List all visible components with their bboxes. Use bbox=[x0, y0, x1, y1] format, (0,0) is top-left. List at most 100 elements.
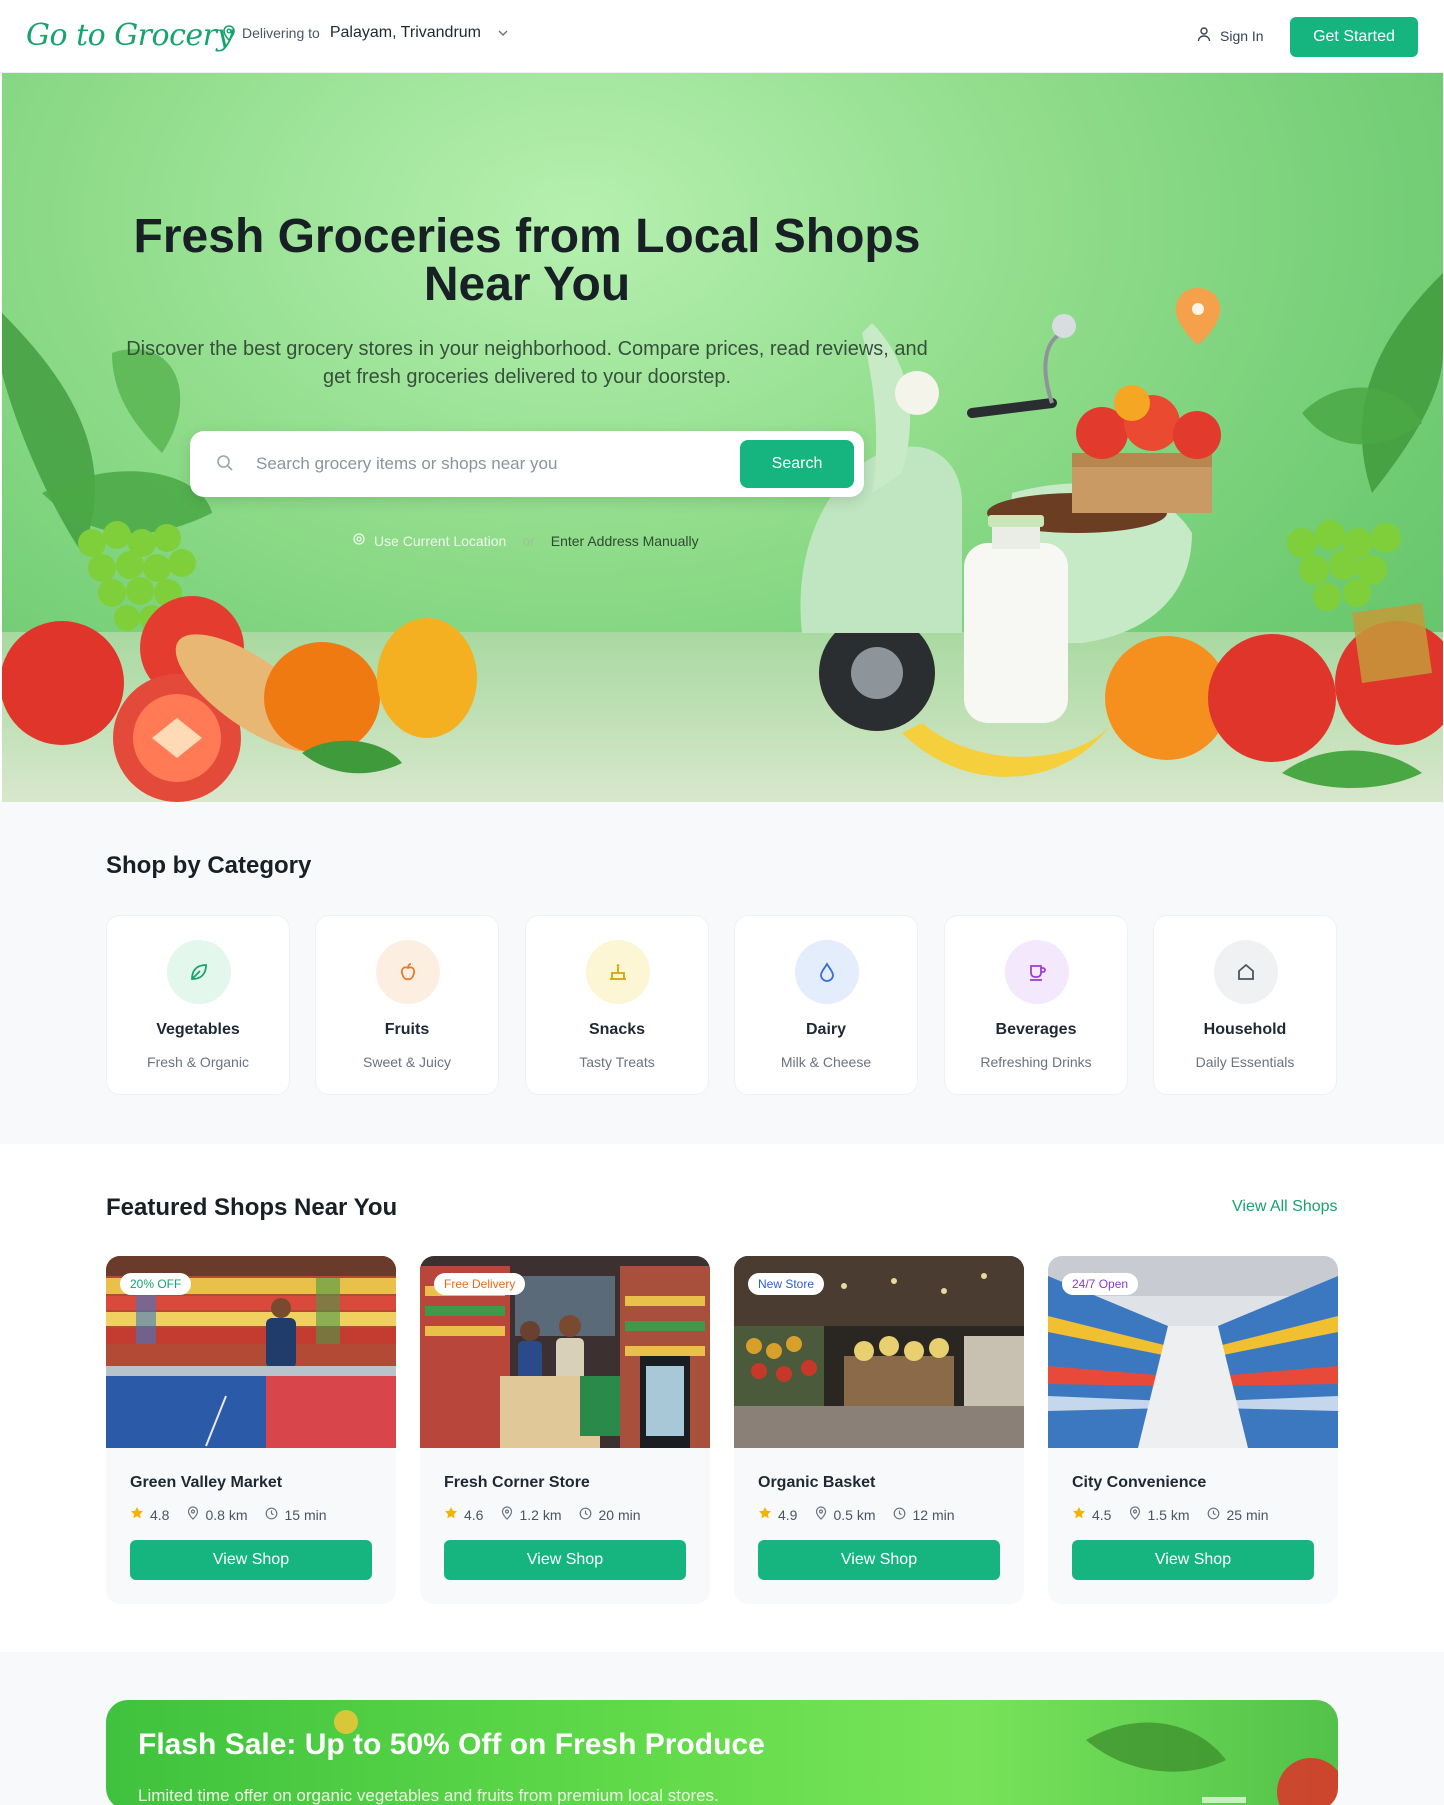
category-name: Snacks bbox=[588, 1021, 646, 1038]
category-card-snacks[interactable]: Snacks Tasty Treats bbox=[525, 915, 709, 1095]
cup-icon bbox=[1005, 940, 1069, 1004]
shop-badge: 20% OFF bbox=[120, 1273, 192, 1295]
star-icon bbox=[444, 1506, 458, 1523]
shop-time: 25 min bbox=[1226, 1506, 1269, 1523]
shop-meta: 4.6 1.2 km 20 min bbox=[444, 1506, 641, 1523]
flash-sale-banner[interactable]: Flash Sale: Up to 50% Off on Fresh Produ… bbox=[106, 1700, 1338, 1805]
clock-icon bbox=[265, 1507, 278, 1523]
category-desc: Milk & Cheese bbox=[780, 1054, 872, 1070]
category-desc: Tasty Treats bbox=[579, 1054, 655, 1070]
sign-in-label: Sign In bbox=[1220, 27, 1264, 44]
shop-rating: 4.9 bbox=[778, 1506, 798, 1523]
delivery-location[interactable]: Palayam, Trivandrum bbox=[330, 24, 481, 42]
location-pin-icon bbox=[501, 1506, 513, 1523]
shop-meta: 4.9 0.5 km 12 min bbox=[758, 1506, 955, 1523]
category-card-fruits[interactable]: Fruits Sweet & Juicy bbox=[315, 915, 499, 1095]
shop-name: Fresh Corner Store bbox=[444, 1474, 590, 1491]
shop-name: City Convenience bbox=[1072, 1474, 1207, 1491]
shop-rating: 4.8 bbox=[150, 1506, 170, 1523]
shop-badge: Free Delivery bbox=[434, 1273, 526, 1295]
category-desc: Daily Essentials bbox=[1195, 1054, 1295, 1070]
leaf-icon bbox=[167, 940, 231, 1004]
shop-distance: 1.5 km bbox=[1147, 1506, 1190, 1523]
location-pin-icon bbox=[815, 1506, 827, 1523]
hero-subtitle: Discover the best grocery stores in your… bbox=[126, 338, 928, 388]
shop-time: 20 min bbox=[598, 1506, 641, 1523]
search-input[interactable] bbox=[256, 449, 716, 479]
flash-sale-subtitle: Limited time offer on organic vegetables… bbox=[138, 1786, 719, 1805]
enter-address-link[interactable]: Enter Address Manually bbox=[551, 533, 699, 549]
shop-card-city-convenience[interactable]: 24/7 Open City Convenience 4.5 1.5 km 25… bbox=[1048, 1256, 1338, 1604]
hero-banner: Fresh Groceries from Local Shops Near Yo… bbox=[2, 73, 1443, 802]
location-pin-icon bbox=[187, 1506, 199, 1523]
category-name: Fruits bbox=[384, 1021, 430, 1038]
category-card-dairy[interactable]: Dairy Milk & Cheese bbox=[734, 915, 918, 1095]
category-name: Dairy bbox=[805, 1021, 847, 1038]
shop-distance: 1.2 km bbox=[519, 1506, 562, 1523]
category-card-vegetables[interactable]: Vegetables Fresh & Organic bbox=[106, 915, 290, 1095]
get-started-button[interactable]: Get Started bbox=[1290, 17, 1418, 57]
shop-rating: 4.5 bbox=[1092, 1506, 1112, 1523]
home-icon bbox=[1214, 940, 1278, 1004]
category-desc: Fresh & Organic bbox=[147, 1054, 249, 1070]
flash-sale-title: Flash Sale: Up to 50% Off on Fresh Produ… bbox=[138, 1728, 765, 1761]
category-desc: Sweet & Juicy bbox=[363, 1054, 451, 1070]
cake-icon bbox=[586, 940, 650, 1004]
shop-card-green-valley[interactable]: 20% OFF Green Valley Market 4.8 0.8 km 1… bbox=[106, 1256, 396, 1604]
search-bar: Search bbox=[190, 431, 864, 497]
shop-time: 15 min bbox=[284, 1506, 327, 1523]
crosshair-icon bbox=[352, 532, 366, 549]
star-icon bbox=[1072, 1506, 1086, 1523]
view-shop-button[interactable]: View Shop bbox=[1072, 1540, 1314, 1580]
category-card-beverages[interactable]: Beverages Refreshing Drinks bbox=[944, 915, 1128, 1095]
shop-badge: New Store bbox=[748, 1273, 825, 1295]
category-name: Beverages bbox=[995, 1021, 1077, 1038]
location-selector[interactable]: Delivering to Palayam, Trivandrum bbox=[222, 24, 509, 42]
logo[interactable]: Go to Grocery bbox=[26, 18, 233, 53]
clock-icon bbox=[893, 1507, 906, 1523]
apple-icon bbox=[376, 940, 440, 1004]
category-card-household[interactable]: Household Daily Essentials bbox=[1153, 915, 1337, 1095]
category-name: Household bbox=[1203, 1021, 1287, 1038]
clock-icon bbox=[1207, 1507, 1220, 1523]
location-pin-icon bbox=[222, 25, 236, 41]
location-pin-icon bbox=[1129, 1506, 1141, 1523]
shop-image: Free Delivery bbox=[420, 1256, 710, 1448]
view-shop-button[interactable]: View Shop bbox=[444, 1540, 686, 1580]
shop-name: Organic Basket bbox=[758, 1474, 876, 1491]
location-options: Use Current Location or Enter Address Ma… bbox=[352, 532, 699, 549]
shop-card-fresh-corner[interactable]: Free Delivery Fresh Corner Store 4.6 1.2… bbox=[420, 1256, 710, 1604]
shop-image: 20% OFF bbox=[106, 1256, 396, 1448]
user-icon bbox=[1196, 26, 1212, 45]
sign-in-link[interactable]: Sign In bbox=[1196, 26, 1264, 45]
search-icon bbox=[216, 454, 234, 477]
use-current-location-link[interactable]: Use Current Location bbox=[352, 532, 506, 549]
featured-section-title: Featured Shops Near You bbox=[106, 1194, 398, 1221]
shop-time: 12 min bbox=[912, 1506, 955, 1523]
shop-rating: 4.6 bbox=[464, 1506, 484, 1523]
use-current-location-label: Use Current Location bbox=[374, 532, 507, 549]
clock-icon bbox=[579, 1507, 592, 1523]
star-icon bbox=[758, 1506, 772, 1523]
view-shop-button[interactable]: View Shop bbox=[758, 1540, 1000, 1580]
star-icon bbox=[130, 1506, 144, 1523]
shop-card-organic-basket[interactable]: New Store Organic Basket 4.9 0.5 km 12 m… bbox=[734, 1256, 1024, 1604]
shop-meta: 4.5 1.5 km 25 min bbox=[1072, 1506, 1269, 1523]
search-button[interactable]: Search bbox=[740, 440, 854, 488]
shop-distance: 0.5 km bbox=[833, 1506, 876, 1523]
chevron-down-icon[interactable] bbox=[497, 24, 509, 42]
shop-meta: 4.8 0.8 km 15 min bbox=[130, 1506, 327, 1523]
shop-name: Green Valley Market bbox=[130, 1474, 283, 1491]
shop-distance: 0.8 km bbox=[205, 1506, 248, 1523]
view-all-shops-link[interactable]: View All Shops bbox=[1232, 1198, 1338, 1216]
shop-badge: 24/7 Open bbox=[1062, 1273, 1139, 1295]
view-shop-button[interactable]: View Shop bbox=[130, 1540, 372, 1580]
category-desc: Refreshing Drinks bbox=[980, 1054, 1092, 1070]
category-name: Vegetables bbox=[156, 1021, 240, 1038]
or-separator: or bbox=[522, 532, 535, 549]
hero-title: Fresh Groceries from Local Shops Near Yo… bbox=[133, 210, 921, 311]
top-navbar: Go to Grocery Delivering to Palayam, Tri… bbox=[0, 0, 1444, 73]
delivering-label: Delivering to bbox=[242, 25, 320, 41]
category-section-title: Shop by Category bbox=[106, 852, 312, 879]
shop-image: 24/7 Open bbox=[1048, 1256, 1338, 1448]
